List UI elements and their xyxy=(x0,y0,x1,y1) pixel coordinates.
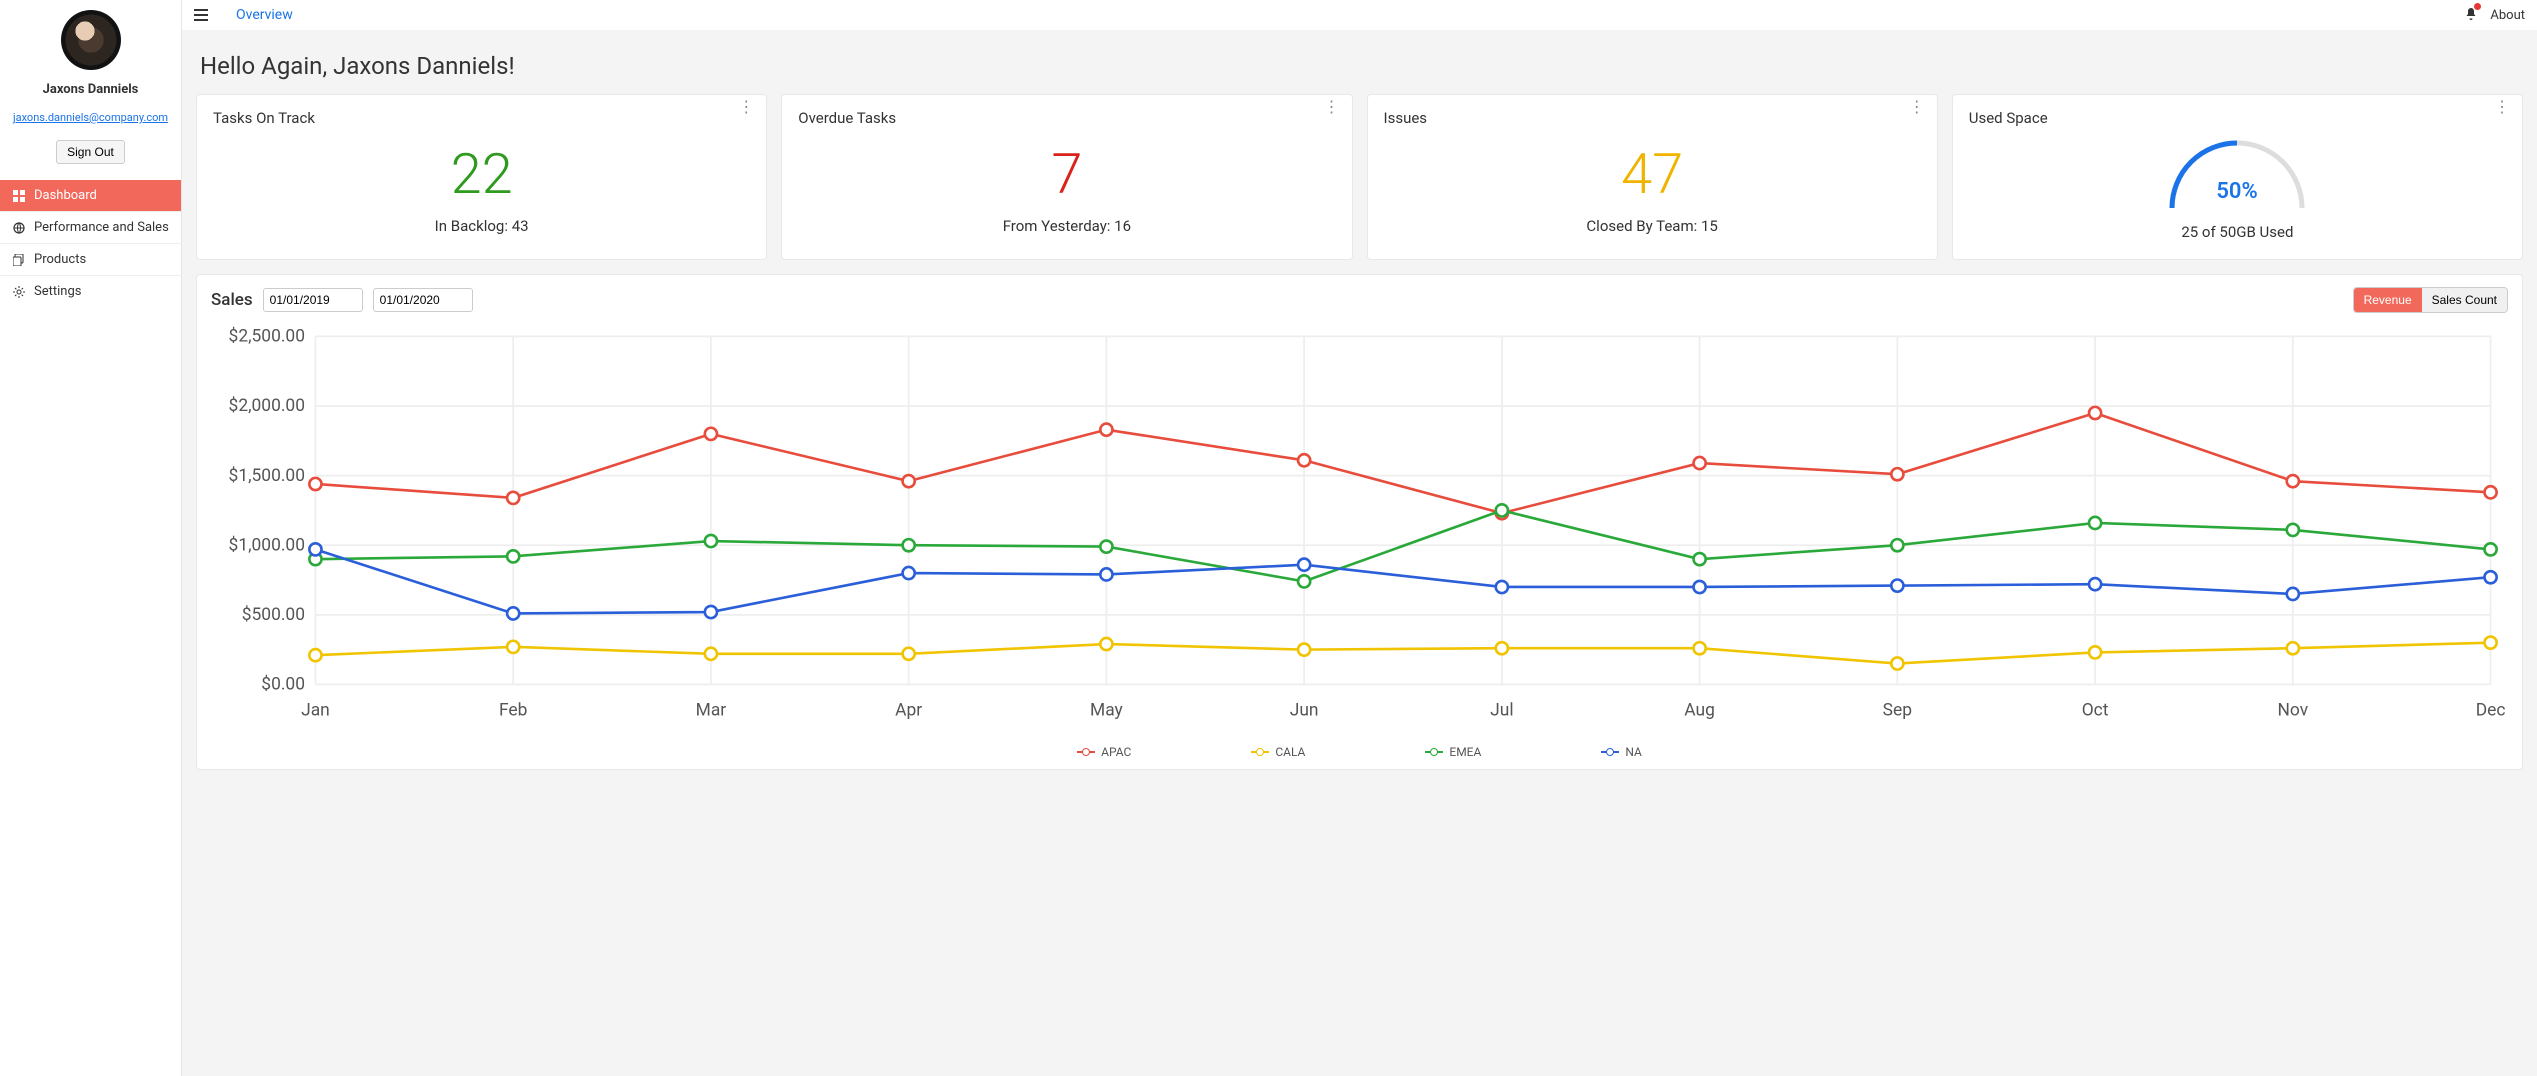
copy-icon xyxy=(12,254,26,266)
sidebar-item-label: Settings xyxy=(34,284,81,299)
sidebar-item-label: Performance and Sales xyxy=(34,220,169,235)
legend-swatch xyxy=(1077,751,1095,753)
card-menu-icon[interactable]: ⋮ xyxy=(1909,105,1925,109)
svg-text:Aug: Aug xyxy=(1684,701,1715,721)
user-email-link[interactable]: jaxons.danniels@company.com xyxy=(13,111,168,124)
sidebar-item-label: Products xyxy=(34,252,86,267)
toggle-sales-count[interactable]: Sales Count xyxy=(2422,288,2507,312)
card-used-space: Used Space ⋮ 50% 25 of 50GB Used xyxy=(1952,94,2523,260)
stat-cards-row: Tasks On Track ⋮ 22 In Backlog: 43 Overd… xyxy=(182,94,2537,260)
card-value: 22 xyxy=(213,141,750,207)
sidebar-item-dashboard[interactable]: Dashboard xyxy=(0,180,181,212)
sidebar-item-settings[interactable]: Settings xyxy=(0,276,181,307)
legend-item[interactable]: EMEA xyxy=(1425,745,1481,759)
date-to-input[interactable] xyxy=(373,288,473,312)
svg-text:Jul: Jul xyxy=(1490,701,1513,721)
card-subtext: In Backlog: 43 xyxy=(213,217,750,235)
globe-icon xyxy=(12,222,26,234)
sales-panel: Sales Revenue Sales Count $0.00 $500.00 $1… xyxy=(196,274,2523,770)
svg-text:$2,000.00: $2,000.00 xyxy=(229,396,305,416)
svg-text:$500.00: $500.00 xyxy=(242,605,305,625)
metric-toggle: Revenue Sales Count xyxy=(2353,287,2508,313)
breadcrumb-overview[interactable]: Overview xyxy=(236,7,293,23)
card-value: 7 xyxy=(798,141,1335,207)
notification-dot xyxy=(2474,3,2481,10)
card-menu-icon[interactable]: ⋮ xyxy=(1324,105,1340,109)
legend-swatch xyxy=(1251,751,1269,753)
card-issues: Issues ⋮ 47 Closed By Team: 15 xyxy=(1367,94,1938,260)
card-menu-icon[interactable]: ⋮ xyxy=(738,105,754,109)
card-title: Tasks On Track xyxy=(213,109,750,127)
nav: Dashboard Performance and Sales Products… xyxy=(0,180,181,307)
legend-item[interactable]: APAC xyxy=(1077,745,1131,759)
card-title: Used Space xyxy=(1969,109,2506,127)
gauge: 50% xyxy=(1969,133,2506,213)
sign-out-button[interactable]: Sign Out xyxy=(56,140,125,164)
card-subtext: From Yesterday: 16 xyxy=(798,217,1335,235)
gauge-percent-label: 50% xyxy=(2217,179,2258,204)
sidebar: Jaxons Danniels jaxons.danniels@company.… xyxy=(0,0,182,1076)
toggle-revenue[interactable]: Revenue xyxy=(2354,288,2422,312)
date-from-input[interactable] xyxy=(263,288,363,312)
hamburger-icon[interactable] xyxy=(194,6,208,25)
main: Overview About Hello Again, Jaxons Danni… xyxy=(182,0,2537,1076)
greeting: Hello Again, Jaxons Danniels! xyxy=(182,30,2537,94)
card-title: Overdue Tasks xyxy=(798,109,1335,127)
chart-legend: APAC CALA EMEA NA xyxy=(211,745,2508,759)
svg-text:Feb: Feb xyxy=(499,701,527,721)
svg-text:$2,500.00: $2,500.00 xyxy=(229,327,305,347)
sales-line-chart: $0.00 $500.00 $1,000.00 $1,500.00 $2,000.00 $… xyxy=(211,319,2508,737)
card-tasks-on-track: Tasks On Track ⋮ 22 In Backlog: 43 xyxy=(196,94,767,260)
sidebar-item-products[interactable]: Products xyxy=(0,244,181,276)
legend-swatch xyxy=(1601,751,1619,753)
svg-text:$1,500.00: $1,500.00 xyxy=(229,466,305,486)
svg-text:$0.00: $0.00 xyxy=(261,675,305,695)
svg-text:May: May xyxy=(1090,701,1124,721)
card-value: 47 xyxy=(1384,141,1921,207)
card-menu-icon[interactable]: ⋮ xyxy=(2494,105,2510,109)
sales-title: Sales xyxy=(211,290,253,310)
avatar[interactable] xyxy=(61,10,121,70)
svg-text:Jan: Jan xyxy=(301,701,330,721)
legend-swatch xyxy=(1425,751,1443,753)
card-subtext: Closed By Team: 15 xyxy=(1384,217,1921,235)
sidebar-item-performance[interactable]: Performance and Sales xyxy=(0,212,181,244)
svg-text:Jun: Jun xyxy=(1290,701,1319,721)
svg-text:$1,000.00: $1,000.00 xyxy=(229,535,305,555)
svg-text:Sep: Sep xyxy=(1883,701,1912,721)
card-overdue-tasks: Overdue Tasks ⋮ 7 From Yesterday: 16 xyxy=(781,94,1352,260)
about-link[interactable]: About xyxy=(2490,8,2525,23)
card-title: Issues xyxy=(1384,109,1921,127)
grid-icon xyxy=(12,190,26,202)
sales-panel-header: Sales Revenue Sales Count xyxy=(211,287,2508,313)
svg-text:Nov: Nov xyxy=(2278,701,2309,721)
svg-text:Oct: Oct xyxy=(2082,701,2109,721)
sidebar-item-label: Dashboard xyxy=(34,188,97,203)
gear-icon xyxy=(12,286,26,298)
svg-text:Apr: Apr xyxy=(895,701,922,721)
notifications-bell[interactable] xyxy=(2464,6,2478,25)
legend-item[interactable]: NA xyxy=(1601,745,1642,759)
topbar: Overview About xyxy=(182,0,2537,30)
svg-text:Mar: Mar xyxy=(696,701,727,721)
svg-text:Dec: Dec xyxy=(2476,701,2506,721)
user-name: Jaxons Danniels xyxy=(43,82,139,97)
card-subtext: 25 of 50GB Used xyxy=(1969,223,2506,241)
legend-item[interactable]: CALA xyxy=(1251,745,1305,759)
